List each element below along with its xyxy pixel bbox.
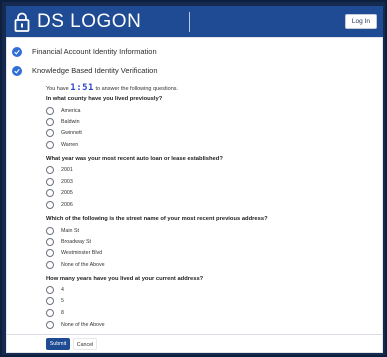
lock-icon <box>14 12 30 32</box>
timer-message: You have 1:51 to answer the following qu… <box>46 83 179 93</box>
cancel-button[interactable]: Cancel <box>73 338 97 350</box>
radio-button[interactable] <box>46 129 54 137</box>
radio-button[interactable] <box>46 178 54 186</box>
step-label: Financial Account Identity Information <box>32 47 157 56</box>
radio-button[interactable] <box>46 249 54 257</box>
radio-button[interactable] <box>46 107 54 115</box>
radio-button[interactable] <box>46 227 54 235</box>
check-icon <box>12 66 22 76</box>
countdown-clock: 1:51 <box>70 83 94 93</box>
radio-button[interactable] <box>46 201 54 209</box>
radio-button[interactable] <box>46 238 54 246</box>
header-bar: DS LOGON Log In <box>6 6 383 37</box>
radio-button[interactable] <box>46 321 54 329</box>
login-button[interactable]: Log In <box>344 14 377 29</box>
question-text: Which of the following is the street nam… <box>46 216 268 222</box>
question-text: In what county have you lived previously… <box>46 96 163 102</box>
submit-button[interactable]: Submit <box>46 338 70 350</box>
header-divider <box>189 12 190 32</box>
step-knowledge-based: Knowledge Based Identity Verification <box>12 65 158 77</box>
app-frame: DS LOGON Log In Financial Account Identi… <box>0 0 387 357</box>
radio-button[interactable] <box>46 261 54 269</box>
check-icon <box>12 47 22 57</box>
radio-button[interactable] <box>46 118 54 126</box>
step-financial-account: Financial Account Identity Information <box>12 46 157 58</box>
radio-button[interactable] <box>46 297 54 305</box>
radio-button[interactable] <box>46 166 54 174</box>
radio-button[interactable] <box>46 189 54 197</box>
step-label: Knowledge Based Identity Verification <box>32 66 158 75</box>
brand-title: DS LOGON <box>37 11 142 32</box>
question-text: What year was your most recent auto loan… <box>46 156 223 162</box>
radio-button[interactable] <box>46 309 54 317</box>
question-text: How many years have you lived at your cu… <box>46 276 204 282</box>
radio-button[interactable] <box>46 286 54 294</box>
content-panel: Financial Account Identity Information K… <box>6 37 383 353</box>
radio-button[interactable] <box>46 141 54 149</box>
